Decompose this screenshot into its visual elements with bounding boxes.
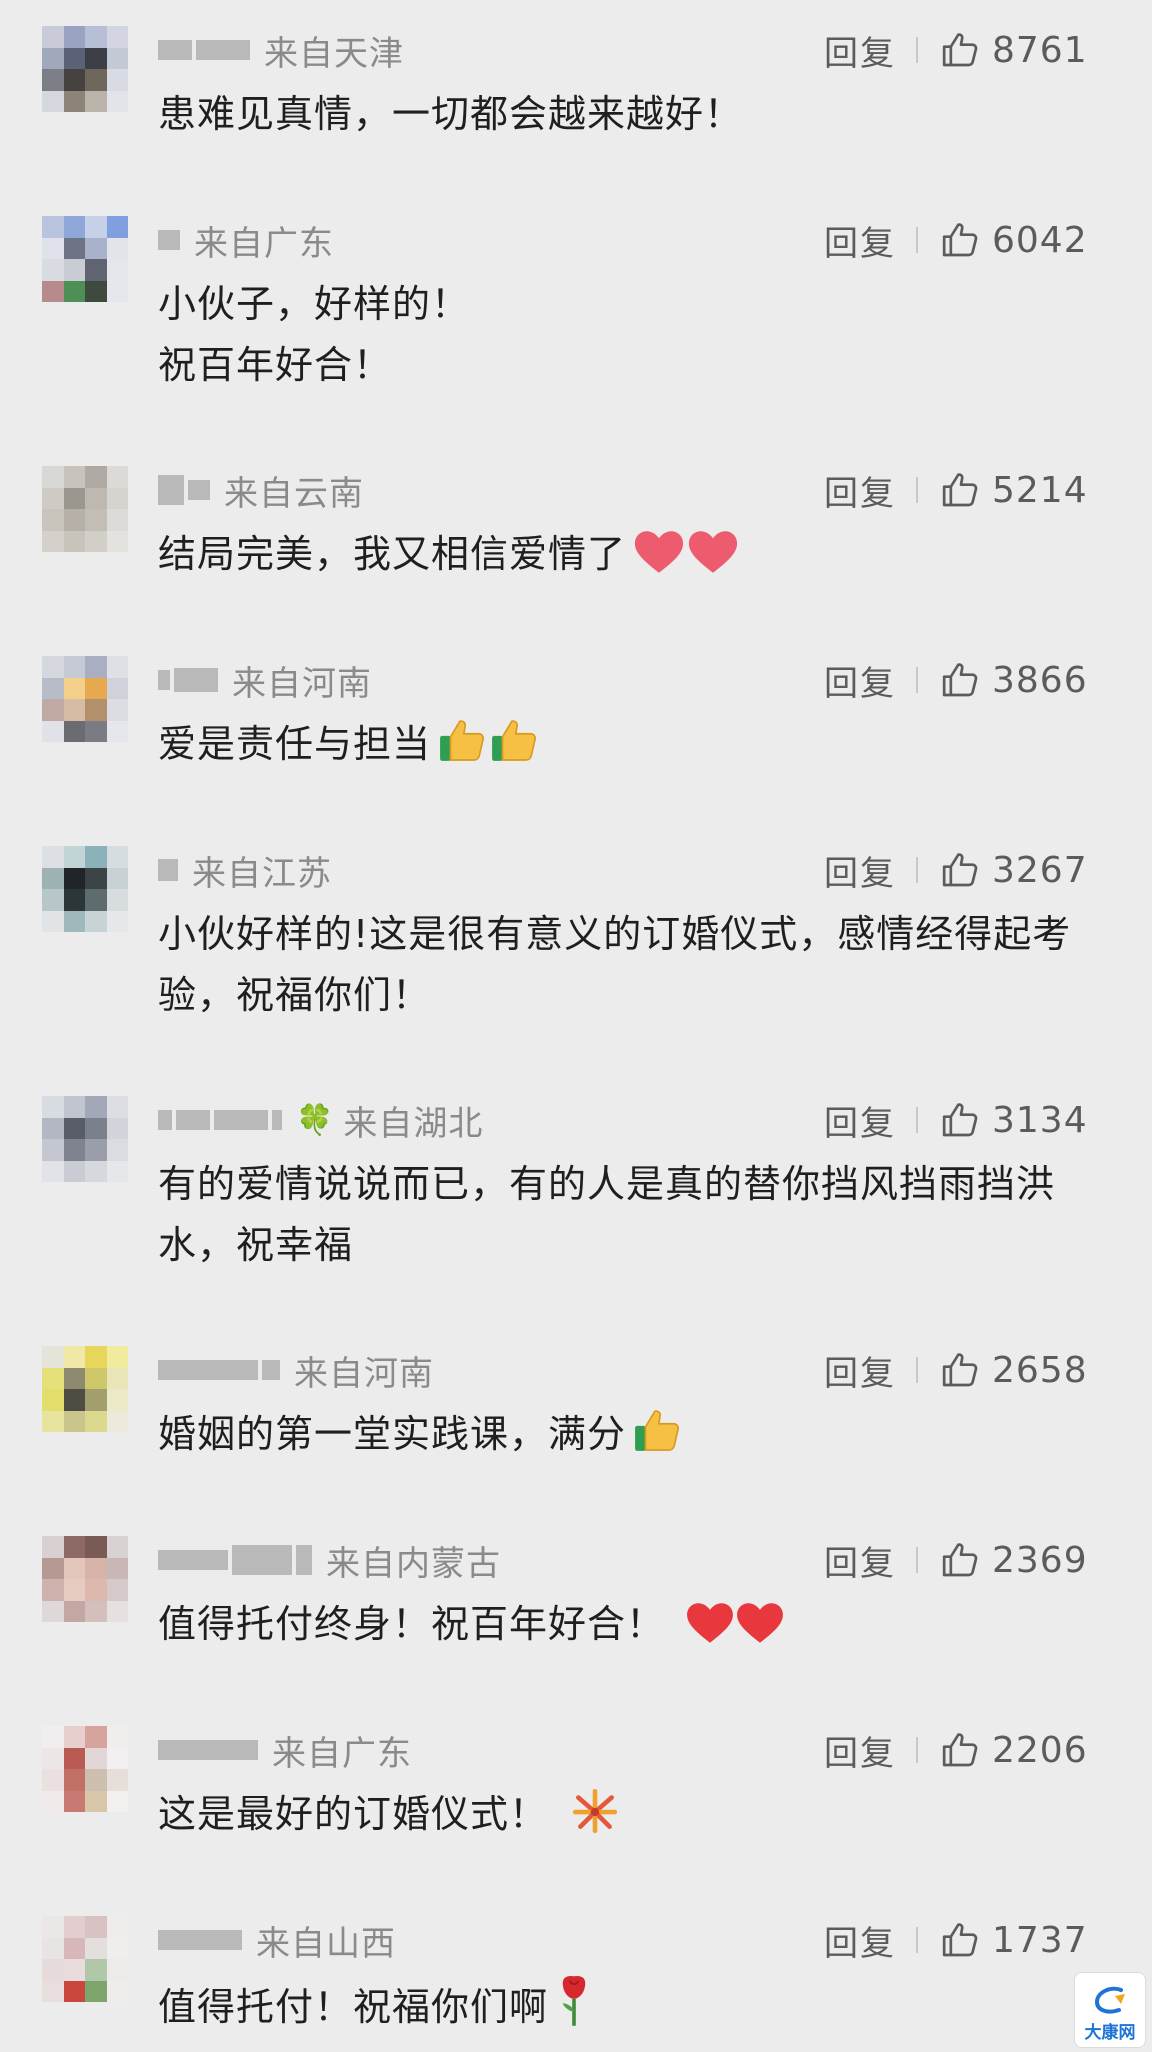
watermark-logo-icon — [1094, 1986, 1125, 2014]
divider — [916, 477, 918, 503]
region-label: 来自广东 — [272, 1733, 412, 1774]
thumbs-up-icon[interactable] — [940, 1920, 980, 1960]
thumbs-up-icon[interactable] — [940, 470, 980, 510]
region-label: 来自内蒙古 — [326, 1543, 501, 1584]
avatar[interactable] — [42, 26, 128, 112]
avatar[interactable] — [42, 216, 128, 302]
thumbs-up-icon[interactable] — [940, 1540, 980, 1580]
reply-button[interactable]: 回复 — [824, 1096, 896, 1145]
thumbs-up-icon[interactable] — [940, 1100, 980, 1140]
reply-button[interactable]: 回复 — [824, 1536, 896, 1585]
comment-text: 小伙好样的!这是很有意义的订婚仪式，感情经得起考验，祝福你们！ — [158, 912, 1072, 1017]
region-label: 来自河南 — [232, 663, 372, 704]
divider — [916, 1107, 918, 1133]
avatar[interactable] — [42, 656, 128, 742]
like-count: 5214 — [992, 469, 1088, 511]
avatar[interactable] — [42, 1916, 128, 2002]
avatar[interactable] — [42, 1536, 128, 1622]
like-count: 3267 — [992, 849, 1088, 891]
comment-text: 小伙子，好样的！ 祝百年好合！ — [158, 282, 471, 387]
reply-button[interactable]: 回复 — [824, 26, 896, 75]
reply-button[interactable]: 回复 — [824, 216, 896, 265]
divider — [916, 37, 918, 63]
region-label: 来自湖北 — [343, 1103, 484, 1144]
avatar[interactable] — [42, 846, 128, 932]
divider — [916, 667, 918, 693]
clover-icon: 🍀 — [296, 1102, 334, 1138]
comment-text: 结局完美，我又相信爱情了 — [158, 524, 1108, 585]
username-blurred[interactable] — [158, 1740, 258, 1760]
thumbs-up-icon[interactable] — [940, 30, 980, 70]
red-heart-icon — [688, 531, 738, 573]
region-label: 来自云南 — [224, 473, 364, 514]
like-count: 2658 — [992, 1349, 1088, 1391]
thumbs-up-emoji-icon — [440, 720, 485, 761]
red-heart-icon — [634, 531, 684, 573]
region-label: 来自河南 — [294, 1353, 434, 1394]
thumbs-up-emoji-icon — [492, 720, 537, 761]
username-blurred[interactable] — [158, 40, 250, 60]
thumbs-up-icon[interactable] — [940, 850, 980, 890]
thumbs-up-icon[interactable] — [940, 220, 980, 260]
region-label: 来自天津 — [264, 33, 404, 74]
username-blurred[interactable] — [158, 230, 180, 250]
comment-text: 值得托付终身！祝百年好合！ — [158, 1594, 1108, 1655]
thumbs-up-emoji-icon — [635, 1410, 680, 1451]
like-count: 6042 — [992, 219, 1088, 261]
avatar[interactable] — [42, 1096, 128, 1182]
reply-button[interactable]: 回复 — [824, 846, 896, 895]
like-count: 1737 — [992, 1919, 1088, 1961]
thumbs-up-icon[interactable] — [940, 1730, 980, 1770]
region-label: 来自广东 — [194, 223, 334, 264]
comment-text: 患难见真情，一切都会越来越好！ — [158, 92, 744, 136]
username-blurred[interactable] — [158, 1930, 242, 1950]
thumbs-up-icon[interactable] — [940, 660, 980, 700]
divider — [916, 1547, 918, 1573]
comment-text: 值得托付！祝福你们啊 — [158, 1974, 1108, 2038]
reply-button[interactable]: 回复 — [824, 1916, 896, 1965]
avatar[interactable] — [42, 1346, 128, 1432]
avatar[interactable] — [42, 466, 128, 552]
region-label: 来自江苏 — [192, 853, 332, 894]
like-count: 3866 — [992, 659, 1088, 701]
username-blurred[interactable] — [158, 1545, 312, 1575]
username-blurred[interactable] — [158, 1110, 282, 1130]
like-count: 3134 — [992, 1099, 1088, 1141]
username-blurred[interactable] — [158, 475, 210, 505]
like-count: 2206 — [992, 1729, 1088, 1771]
comment-text: 这是最好的订婚仪式！ — [158, 1784, 1108, 1845]
divider — [916, 857, 918, 883]
divider — [916, 1737, 918, 1763]
reply-button[interactable]: 回复 — [824, 1346, 896, 1395]
fireworks-icon — [572, 1788, 618, 1834]
divider — [916, 1357, 918, 1383]
like-count: 2369 — [992, 1539, 1088, 1581]
red-heart-icon — [737, 1603, 783, 1643]
reply-button[interactable]: 回复 — [824, 1726, 896, 1775]
comment-text: 有的爱情说说而已，有的人是真的替你挡风挡雨挡洪水，祝幸福 — [158, 1162, 1056, 1267]
watermark-label: 大康网 — [1084, 2023, 1136, 2043]
comment-text: 婚姻的第一堂实践课，满分 — [158, 1404, 1108, 1465]
watermark-logo: 大康网 — [1074, 1972, 1146, 2048]
reply-button[interactable]: 回复 — [824, 656, 896, 705]
thumbs-up-icon[interactable] — [940, 1350, 980, 1390]
region-label: 来自山西 — [256, 1923, 396, 1964]
comment-text: 爱是责任与担当 — [158, 714, 1108, 775]
comment-list: 来自天津 回复 8761 患难见真情，一切都会越来越好！ 来自广东 回复 604… — [0, 0, 1152, 2052]
red-heart-icon — [687, 1603, 733, 1643]
reply-button[interactable]: 回复 — [824, 466, 896, 515]
rose-icon — [562, 1975, 586, 2026]
like-count: 8761 — [992, 29, 1088, 71]
username-blurred[interactable] — [158, 1360, 280, 1380]
divider — [916, 227, 918, 253]
username-blurred[interactable] — [158, 668, 218, 692]
avatar[interactable] — [42, 1726, 128, 1812]
divider — [916, 1927, 918, 1953]
username-blurred[interactable] — [158, 859, 178, 881]
